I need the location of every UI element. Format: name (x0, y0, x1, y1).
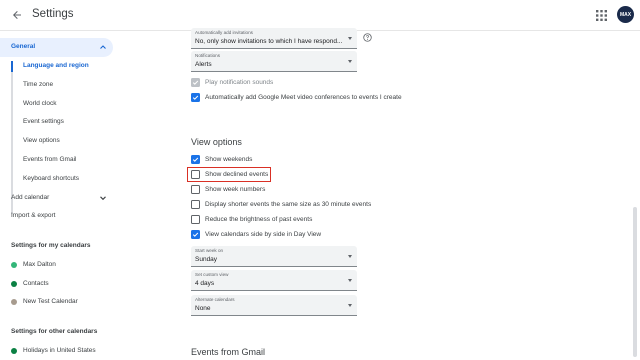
top-bar: Settings MAX (0, 0, 640, 31)
dropdown-arrow-icon (348, 255, 352, 258)
checkbox-label: Reduce the brightness of past events (205, 215, 313, 223)
sidebar-item-calendar[interactable]: Holidays in United States (23, 347, 96, 354)
notifications-select[interactable]: Notifications Alerts (191, 51, 357, 72)
reduce-brightness-checkbox[interactable] (191, 214, 200, 224)
sidebar-item-calendar[interactable]: Contacts (23, 280, 49, 287)
checkbox-label: Show weekends (205, 155, 253, 163)
sidebar-item-import-export[interactable]: Import & export (11, 212, 55, 219)
show-declined-row: Show declined events (191, 168, 268, 180)
sidebar-item-world-clock[interactable]: World clock (23, 100, 56, 107)
side-by-side-row: View calendars side by side in Day View (191, 228, 321, 240)
shorter-events-checkbox[interactable] (191, 199, 200, 209)
sidebar-item-language-region[interactable]: Language and region (23, 62, 89, 69)
checkbox-label: Automatically add Google Meet video conf… (205, 93, 402, 101)
sidebar-item-label: General (11, 43, 36, 50)
divider (11, 61, 13, 214)
checkbox-label: View calendars side by side in Day View (205, 230, 322, 238)
sidebar-item-calendar[interactable]: New Test Calendar (23, 298, 78, 305)
apps-button[interactable] (595, 9, 608, 22)
play-sounds-row: Play notification sounds (191, 76, 273, 88)
checkmark-icon (192, 95, 199, 100)
show-weekends-row: Show weekends (191, 153, 252, 165)
show-week-numbers-checkbox[interactable] (191, 184, 200, 194)
checkbox-label: Show week numbers (205, 185, 266, 193)
scrollbar[interactable] (633, 207, 637, 357)
my-calendars-heading: Settings for my calendars (11, 242, 91, 249)
sidebar: General Language and region Time zone Wo… (0, 31, 122, 360)
sidebar-item-keyboard-shortcuts[interactable]: Keyboard shortcuts (23, 175, 79, 182)
play-sounds-checkbox (191, 77, 200, 87)
dropdown-arrow-icon (348, 60, 352, 63)
back-button[interactable] (9, 7, 25, 23)
show-weekends-checkbox[interactable] (191, 154, 200, 164)
help-icon[interactable] (363, 33, 372, 42)
chevron-down-icon[interactable] (99, 194, 107, 202)
show-week-numbers-row: Show week numbers (191, 183, 265, 195)
side-by-side-checkbox[interactable] (191, 229, 200, 239)
alternate-calendars-select[interactable]: Alternate calendars None (191, 295, 357, 316)
reduce-brightness-row: Reduce the brightness of past events (191, 213, 312, 225)
auto-meet-row: Automatically add Google Meet video conf… (191, 91, 402, 103)
select-caption: Alternate calendars (195, 297, 235, 302)
select-value: None (195, 305, 211, 312)
calendar-color-dot (11, 281, 17, 287)
select-value: Sunday (195, 256, 218, 263)
arrow-back-icon (13, 11, 21, 19)
checkbox-label: Display shorter events the same size as … (205, 200, 372, 208)
select-caption: Notifications (195, 53, 221, 58)
checkbox-label: Play notification sounds (205, 78, 274, 86)
page-title: Settings (32, 8, 74, 20)
checkmark-icon (192, 157, 199, 162)
avatar[interactable]: MAX (617, 6, 634, 23)
select-value: No, only show invitations to which I hav… (195, 38, 343, 45)
sidebar-item-calendar[interactable]: Max Dalton (23, 261, 56, 268)
select-value: Alerts (195, 61, 212, 68)
sidebar-item-time-zone[interactable]: Time zone (23, 81, 53, 88)
dropdown-arrow-icon (348, 37, 352, 40)
dropdown-arrow-icon (348, 279, 352, 282)
select-value: 4 days (195, 280, 215, 287)
calendar-color-dot (11, 299, 17, 305)
checkbox-label: Show declined events (205, 170, 269, 178)
active-indicator (11, 61, 13, 72)
select-caption: Automatically add invitations (195, 30, 253, 35)
main-content: Automatically add invitations No, only s… (122, 28, 640, 360)
sidebar-item-events-from-gmail[interactable]: Events from Gmail (23, 156, 76, 163)
apps-grid-icon (596, 10, 607, 21)
dropdown-arrow-icon (348, 304, 352, 307)
shorter-events-row: Display shorter events the same size as … (191, 198, 371, 210)
select-caption: Start week on (195, 248, 224, 253)
sidebar-item-view-options[interactable]: View options (23, 137, 60, 144)
sidebar-item-add-calendar[interactable]: Add calendar (11, 194, 49, 201)
sidebar-item-event-settings[interactable]: Event settings (23, 118, 64, 125)
other-calendars-heading: Settings for other calendars (11, 328, 98, 335)
invitations-select[interactable]: Automatically add invitations No, only s… (191, 28, 357, 49)
view-options-title: View options (191, 137, 242, 147)
calendar-color-dot (11, 262, 17, 268)
checkmark-icon (192, 232, 199, 237)
custom-view-select[interactable]: Set custom view 4 days (191, 270, 357, 291)
checkmark-icon (192, 80, 199, 85)
sidebar-item-general[interactable]: General (0, 38, 113, 57)
chevron-up-icon (100, 45, 106, 49)
select-caption: Set custom view (195, 272, 229, 277)
events-from-gmail-title: Events from Gmail (191, 347, 266, 357)
show-declined-checkbox[interactable] (191, 169, 200, 179)
auto-meet-checkbox[interactable] (191, 92, 200, 102)
start-week-select[interactable]: Start week on Sunday (191, 246, 357, 267)
calendar-color-dot (11, 348, 17, 354)
